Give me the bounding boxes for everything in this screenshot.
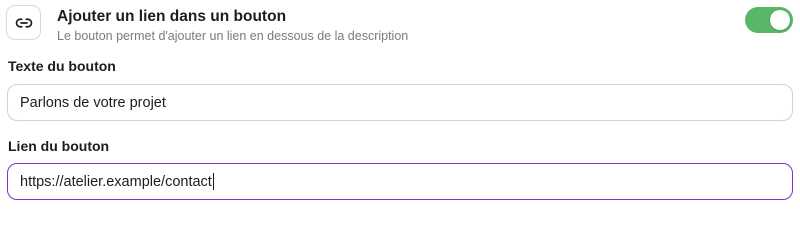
link-icon-container <box>6 5 41 40</box>
option-title: Ajouter un lien dans un bouton <box>57 8 287 25</box>
link-icon <box>15 14 33 32</box>
button-link-label: Lien du bouton <box>8 138 110 154</box>
button-text-label: Texte du bouton <box>8 58 116 74</box>
button-link-value: https://atelier.example/contact <box>20 173 212 190</box>
button-link-input[interactable]: https://atelier.example/contact <box>7 163 793 200</box>
toggle-knob <box>770 10 790 30</box>
option-description: Le bouton permet d'ajouter un lien en de… <box>57 29 409 43</box>
button-text-input[interactable]: Parlons de votre projet <box>7 84 793 121</box>
text-caret <box>212 173 214 190</box>
button-text-value: Parlons de votre projet <box>20 94 166 111</box>
add-link-toggle[interactable] <box>745 7 793 33</box>
